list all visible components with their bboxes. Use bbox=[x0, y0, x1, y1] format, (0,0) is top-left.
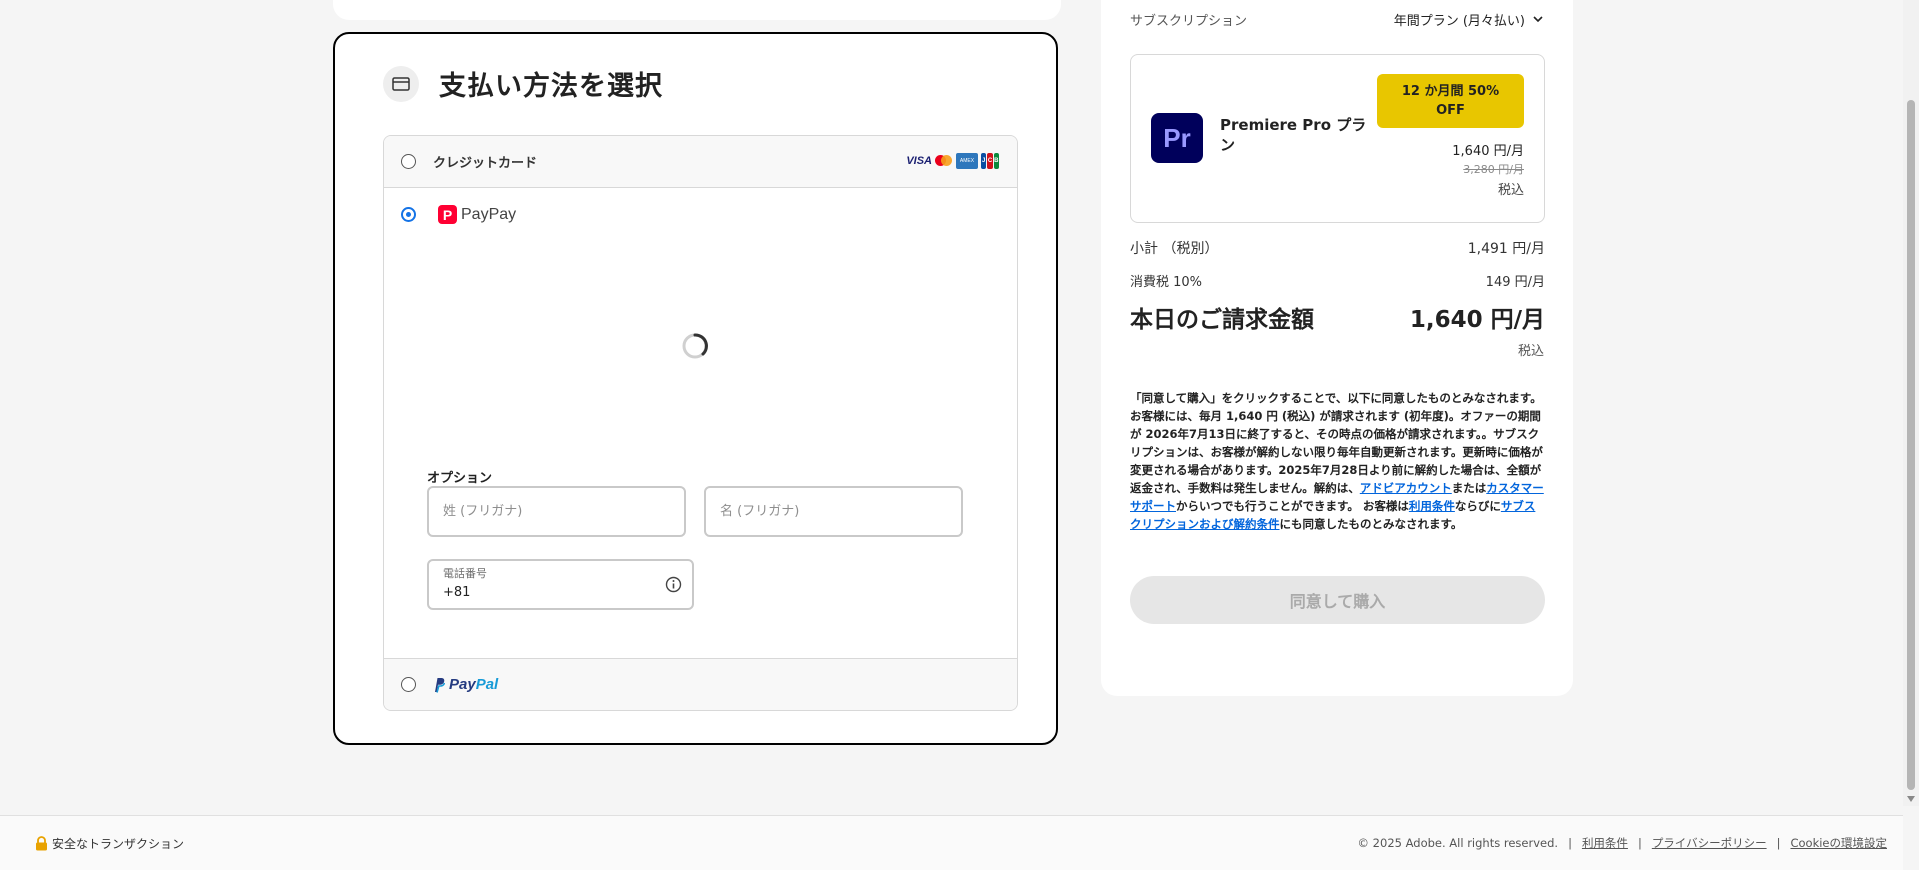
options-label: オプション bbox=[427, 471, 493, 486]
tax-included-note: 税込 bbox=[1497, 183, 1524, 198]
firstname-placeholder: 名 (フリガナ) bbox=[720, 504, 800, 519]
legal-text-3: からいつでも行うことができます。 お客様は bbox=[1176, 499, 1409, 513]
legal-text: 「同意して購入」をクリックすることで、以下に同意したものとみなされます。お客様に… bbox=[1130, 389, 1545, 533]
plan-dropdown-value: 年間プラン (月々払い) bbox=[1393, 14, 1525, 29]
paypay-label: PayPay bbox=[461, 205, 517, 223]
loading-spinner-icon bbox=[682, 333, 708, 359]
secure-transaction-label: 安全なトランザクション bbox=[52, 837, 185, 851]
scroll-down-arrow-icon[interactable] bbox=[1907, 796, 1915, 802]
plan-dropdown[interactable]: 年間プラン (月々払い) bbox=[1394, 10, 1543, 29]
subscription-label: サブスクリプション bbox=[1130, 14, 1248, 29]
footer-terms-link[interactable]: 利用条件 bbox=[1582, 835, 1628, 851]
payment-title: 支払い方法を選択 bbox=[439, 71, 663, 102]
amex-logo-icon: AMEX bbox=[956, 153, 978, 169]
payment-option-paypay: P PayPay オプション 姓 (フリガナ) 名 (フリガナ) 電話番号 +8… bbox=[384, 188, 1017, 658]
legal-text-5: にも同意したものとみなされます。 bbox=[1279, 517, 1463, 531]
promo-badge: 12 か月間 50% OFF bbox=[1377, 74, 1524, 128]
payment-method-card: 支払い方法を選択 クレジットカード VISA AMEX JCB P PayPay bbox=[333, 32, 1058, 745]
phone-number-input[interactable]: 電話番号 +81 bbox=[427, 559, 694, 610]
copyright-text: © 2025 Adobe. All rights reserved. bbox=[1357, 836, 1559, 850]
legal-text-4: ならびに bbox=[1454, 499, 1501, 513]
premiere-pro-icon: Pr bbox=[1151, 113, 1203, 163]
paypay-logo: P PayPay bbox=[438, 205, 516, 224]
agree-and-buy-button[interactable]: 同意して購入 bbox=[1130, 576, 1545, 624]
payment-option-paypal[interactable]: Pay Pal bbox=[384, 658, 1017, 710]
total-row: 本日のご請求金額 1,640 円/月 bbox=[1130, 300, 1545, 334]
credit-card-icon bbox=[383, 65, 419, 102]
visa-logo-icon: VISA bbox=[906, 155, 932, 167]
total-tax-note: 税込 bbox=[1517, 344, 1544, 359]
price-original: 3,280 円/月 bbox=[1463, 163, 1524, 176]
chevron-down-icon bbox=[1533, 16, 1543, 23]
payment-header: 支払い方法を選択 bbox=[383, 64, 663, 103]
page-footer: 安全なトランザクション © 2025 Adobe. All rights res… bbox=[0, 815, 1903, 870]
info-icon[interactable] bbox=[665, 576, 682, 593]
phone-value: +81 bbox=[443, 585, 471, 600]
subscription-row: サブスクリプション 年間プラン (月々払い) bbox=[1130, 10, 1543, 29]
lastname-kana-input[interactable]: 姓 (フリガナ) bbox=[427, 486, 686, 537]
credit-card-label: クレジットカード bbox=[433, 156, 538, 171]
paypay-icon: P bbox=[438, 205, 457, 224]
paypay-row[interactable]: P PayPay bbox=[401, 205, 516, 224]
lock-icon bbox=[36, 836, 47, 851]
page-scrollbar[interactable] bbox=[1903, 0, 1919, 806]
firstname-kana-input[interactable]: 名 (フリガナ) bbox=[704, 486, 963, 537]
tax-label: 消費税 10% bbox=[1130, 275, 1203, 290]
paypal-label-pay: Pay bbox=[449, 676, 476, 693]
subtotal-value: 1,491 円/月 bbox=[1467, 241, 1545, 257]
footer-cookie-link[interactable]: Cookieの環境設定 bbox=[1790, 835, 1887, 851]
subtotal-label: 小計 （税別） bbox=[1130, 241, 1219, 257]
legal-text-2: または bbox=[1451, 481, 1487, 495]
jcb-logo-icon: JCB bbox=[981, 153, 999, 169]
product-name: Premiere Pro プラン bbox=[1220, 116, 1367, 154]
lastname-placeholder: 姓 (フリガナ) bbox=[443, 504, 523, 519]
order-summary-panel: サブスクリプション 年間プラン (月々払い) Pr Premiere Pro プ… bbox=[1101, 0, 1573, 696]
product-card: Pr Premiere Pro プラン 12 か月間 50% OFF 1,640… bbox=[1130, 54, 1545, 223]
footer-links: © 2025 Adobe. All rights reserved. | 利用条… bbox=[1357, 835, 1887, 851]
legal-text-1: 「同意して購入」をクリックすることで、以下に同意したものとみなされます。お客様に… bbox=[1130, 391, 1543, 495]
previous-section-card bbox=[333, 0, 1061, 20]
scrollbar-thumb[interactable] bbox=[1907, 100, 1915, 790]
radio-credit-card[interactable] bbox=[401, 154, 416, 169]
paypal-logo: Pay Pal bbox=[433, 676, 498, 693]
footer-privacy-link[interactable]: プライバシーポリシー bbox=[1652, 835, 1767, 851]
paypal-icon bbox=[435, 677, 445, 693]
total-value: 1,640 円/月 bbox=[1409, 307, 1545, 333]
tax-value: 149 円/月 bbox=[1485, 275, 1545, 290]
adobe-account-link[interactable]: アドビアカウント bbox=[1360, 481, 1452, 495]
tax-row: 消費税 10% 149 円/月 bbox=[1130, 271, 1545, 290]
price-current: 1,640 円/月 bbox=[1452, 144, 1524, 159]
secure-transaction: 安全なトランザクション bbox=[35, 835, 184, 852]
terms-of-use-link[interactable]: 利用条件 bbox=[1409, 499, 1455, 513]
card-brand-logos: VISA AMEX JCB bbox=[906, 153, 999, 169]
mastercard-logo-icon bbox=[935, 155, 953, 167]
payment-option-credit-card[interactable]: クレジットカード VISA AMEX JCB bbox=[384, 136, 1017, 188]
total-label: 本日のご請求金額 bbox=[1130, 307, 1314, 333]
radio-paypay[interactable] bbox=[401, 207, 416, 222]
phone-label: 電話番号 bbox=[443, 567, 487, 580]
subtotal-row: 小計 （税別） 1,491 円/月 bbox=[1130, 238, 1545, 258]
payment-methods-list: クレジットカード VISA AMEX JCB P PayPay オプション 姓 … bbox=[383, 135, 1018, 711]
paypal-label-pal: Pal bbox=[475, 676, 499, 693]
radio-paypal[interactable] bbox=[401, 677, 416, 692]
